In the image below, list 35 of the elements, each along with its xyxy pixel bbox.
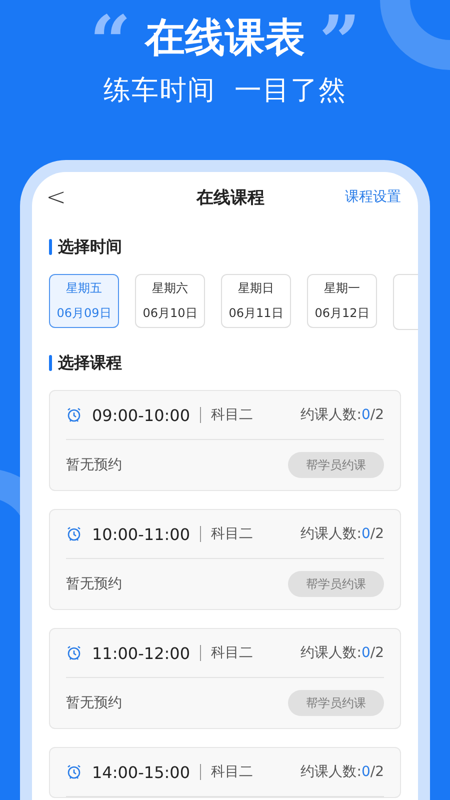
section-title: 选择时间 (58, 236, 122, 258)
alarm-clock-icon (66, 645, 82, 661)
date-tab[interactable]: 星期日 06月11日 (221, 274, 291, 328)
time-range: 10:00-11:00 (92, 524, 190, 544)
subject-label: 科目二 (211, 406, 254, 424)
banner-title: 在线课表 (145, 14, 305, 63)
subject-label: 科目二 (211, 644, 254, 662)
subject-label: 科目二 (211, 525, 254, 543)
section-title: 选择课程 (58, 352, 122, 374)
banner-subtitle: 练车时间 一目了然 (103, 74, 347, 108)
section-marker (49, 355, 52, 371)
page-title: 在线课程 (195, 186, 266, 208)
time-range: 11:00-12:00 (92, 644, 190, 662)
back-button[interactable]: < (46, 183, 76, 211)
section-marker (49, 239, 52, 255)
settings-link[interactable]: 课程设置 (345, 188, 401, 206)
booking-count: 约课人数:0/2 (300, 406, 384, 424)
booking-status: 暂无预约 (66, 694, 122, 712)
time-range: 14:00-15:00 (92, 762, 190, 782)
quote-mark: ” (319, 12, 360, 64)
booking-count: 约课人数:0/2 (300, 644, 384, 662)
subject-label: 科目二 (211, 763, 254, 781)
booking-count: 约课人数:0/2 (300, 763, 384, 781)
time-range: 09:00-10:00 (92, 406, 190, 424)
booking-status: 暂无预约 (66, 456, 122, 474)
booking-status: 暂无预约 (66, 575, 122, 593)
alarm-clock-icon (66, 764, 82, 780)
date-tab[interactable]: 星期一 06月12日 (307, 274, 377, 328)
ring-decoration (380, 0, 450, 70)
alarm-clock-icon (66, 526, 82, 542)
quote-mark: “ (90, 12, 131, 64)
booking-count: 约课人数:0/2 (300, 525, 384, 543)
date-tab[interactable]: 星期五 06月09日 (49, 274, 119, 328)
date-tab[interactable]: 星期六 06月10日 (135, 274, 205, 328)
alarm-clock-icon (66, 407, 82, 423)
